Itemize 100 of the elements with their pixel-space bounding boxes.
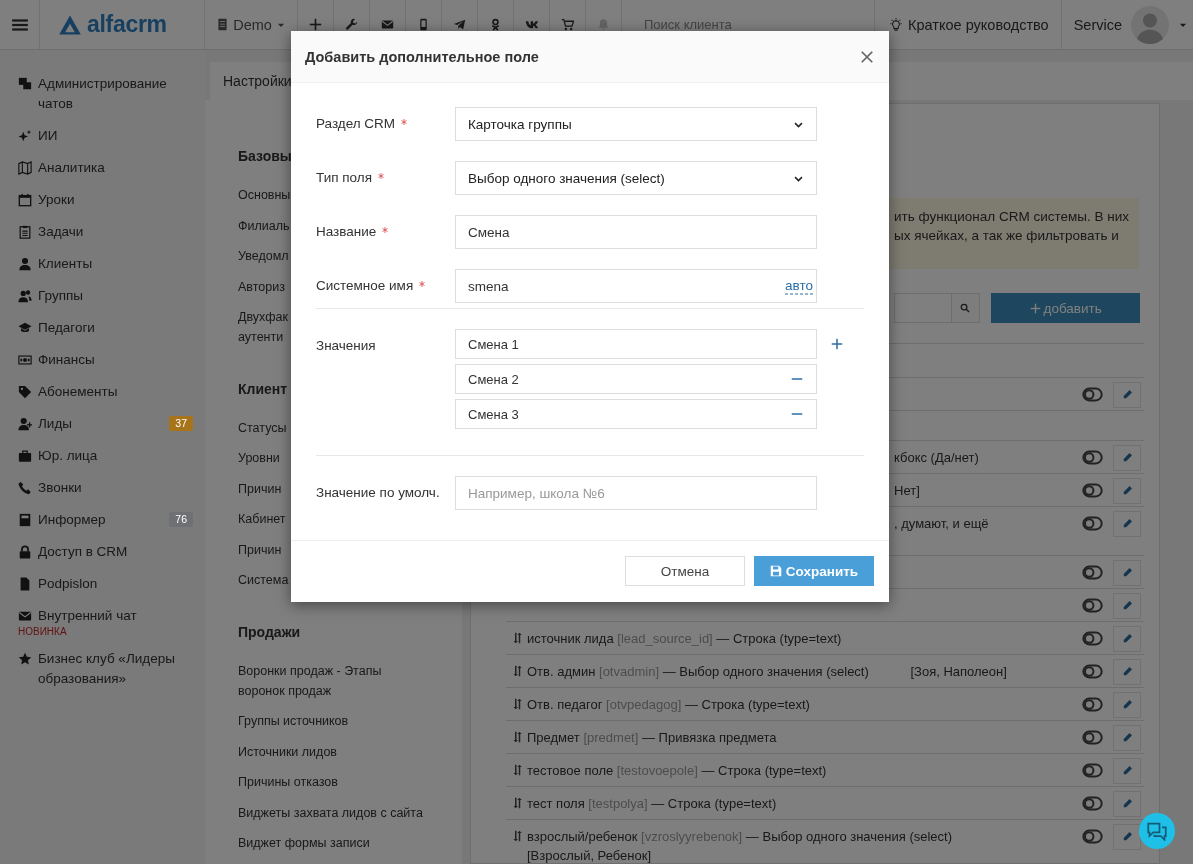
section-title: Клиент	[238, 379, 289, 399]
sidebar-item[interactable]: Юр. лица	[38, 446, 183, 466]
graduation-cap-icon	[18, 321, 32, 335]
sort-icon[interactable]	[512, 698, 524, 710]
cart-icon[interactable]	[561, 18, 574, 31]
input-field[interactable]: Смена 2	[455, 364, 817, 394]
sidebar-item[interactable]: Звонки	[38, 478, 183, 498]
menu-item[interactable]: Группы источников	[238, 706, 462, 737]
sidebar-item[interactable]: Podpislon	[38, 574, 183, 594]
input-field[interactable]: Смена 1	[455, 329, 817, 359]
edit-button[interactable]	[1113, 559, 1141, 586]
sort-icon[interactable]	[512, 764, 524, 776]
cancel-button[interactable]: Отмена	[625, 556, 745, 586]
sort-icon[interactable]	[512, 731, 524, 743]
menu-item[interactable]: Виджет формы записи	[238, 828, 462, 859]
sidebar-item[interactable]: ИИ	[38, 126, 183, 146]
briefcase-icon	[18, 449, 32, 463]
auto-link[interactable]: авто	[785, 277, 813, 295]
dropdown[interactable]: Карточка группы	[455, 107, 817, 141]
edit-button[interactable]	[1113, 510, 1141, 537]
edit-button[interactable]	[1113, 823, 1141, 850]
speech-bubbles-icon	[18, 77, 32, 91]
sidebar-item[interactable]: Педагоги	[38, 318, 183, 338]
save-button[interactable]: Сохранить	[754, 556, 874, 586]
map-icon	[18, 161, 32, 175]
field-entry: кбокс (Да/нет)	[894, 449, 980, 467]
document-icon	[216, 18, 230, 31]
account-dropdown[interactable]: Demo	[216, 16, 286, 33]
edit-button[interactable]	[1113, 592, 1141, 619]
edit-button[interactable]	[1113, 381, 1141, 408]
sidebar-item[interactable]: Информер	[38, 510, 160, 530]
close-icon[interactable]	[860, 49, 874, 64]
menu-item[interactable]: Виджеты захвата лидов с сайта	[238, 797, 462, 828]
sort-icon[interactable]	[512, 797, 524, 809]
field-label: Название	[316, 224, 377, 239]
menu-item[interactable]: Причины отказов	[238, 767, 462, 798]
search-button[interactable]	[950, 293, 981, 323]
plus-icon[interactable]	[831, 338, 843, 350]
sidebar-item[interactable]: Бизнес клуб «Лидеры образования»	[38, 649, 183, 689]
sidebar-item[interactable]: Лиды	[38, 414, 160, 434]
menu-item[interactable]: Источники лидов	[238, 736, 462, 767]
ring-icon[interactable]	[489, 18, 502, 31]
lightbulb-icon	[889, 17, 904, 32]
field-entry: , думают, и ещё	[894, 515, 990, 533]
input-field[interactable]: Смена	[455, 215, 817, 249]
add-button[interactable]: добавить	[991, 293, 1140, 323]
menu-item[interactable]: Воронки продаж - Этапы воронок продаж	[238, 655, 462, 706]
user-name[interactable]: Service	[1073, 16, 1122, 33]
dropdown[interactable]: Выбор одного значения (select)	[455, 161, 817, 195]
search-field[interactable]: Поиск клиента	[644, 16, 844, 32]
input-field[interactable]: Например, школа №6	[455, 476, 817, 510]
file-icon	[18, 577, 32, 591]
phone-icon	[18, 481, 32, 495]
social-icon[interactable]	[525, 18, 538, 31]
sidebar-item[interactable]: Абонементы	[38, 382, 183, 402]
sidebar-item[interactable]: Администрирование чатов	[38, 74, 183, 114]
sidebar-item[interactable]: Доступ в CRM	[38, 542, 183, 562]
sidebar-item[interactable]: Группы	[38, 286, 183, 306]
pencil-icon	[1121, 518, 1133, 529]
pencil-icon	[1121, 485, 1133, 496]
logo[interactable]: alfacrm	[87, 11, 167, 38]
edit-button[interactable]	[1113, 790, 1141, 817]
sort-icon[interactable]	[512, 632, 524, 644]
pencil-icon	[1121, 798, 1133, 809]
input-field[interactable]: Смена 3	[455, 399, 817, 429]
edit-button[interactable]	[1113, 625, 1141, 652]
mobile-phone-icon[interactable]	[417, 18, 430, 31]
pencil-icon	[1121, 633, 1133, 644]
sidebar-item[interactable]: Клиенты	[38, 254, 183, 274]
sort-icon[interactable]	[512, 830, 524, 842]
sort-icon[interactable]	[512, 665, 524, 677]
breadcrumb[interactable]: Настройки	[223, 73, 292, 89]
banknote-icon	[18, 353, 32, 367]
field-label: Раздел CRM	[316, 116, 396, 131]
envelope-icon[interactable]	[381, 18, 394, 31]
dialog-title: Добавить дополнительное поле	[305, 48, 539, 65]
edit-button[interactable]	[1113, 757, 1141, 784]
sidebar-item[interactable]: Внутренний чат	[38, 606, 183, 626]
sidebar-item[interactable]: Аналитика	[38, 158, 183, 178]
sidebar-item[interactable]: Финансы	[38, 350, 183, 370]
pencil-icon	[1121, 666, 1133, 677]
edit-button[interactable]	[1113, 444, 1141, 471]
edit-button[interactable]	[1113, 724, 1141, 751]
guide-link[interactable]: Краткое руководство	[889, 16, 1049, 33]
paper-plane-icon[interactable]	[453, 18, 466, 31]
lock-icon	[18, 545, 32, 559]
plus-icon[interactable]	[309, 18, 322, 31]
edit-button[interactable]	[1113, 691, 1141, 718]
sidebar-item[interactable]: Задачи	[38, 222, 183, 242]
notice-text: ых ячейках, а так же фильтровать и	[894, 227, 1120, 245]
edit-button[interactable]	[1113, 658, 1141, 685]
search-field[interactable]	[894, 293, 951, 323]
edit-button[interactable]	[1113, 477, 1141, 504]
sidebar-item[interactable]: Уроки	[38, 190, 183, 210]
pencil-icon	[1121, 452, 1133, 463]
wrench-icon[interactable]	[345, 18, 358, 31]
chat-button[interactable]	[1139, 813, 1175, 849]
users-icon	[18, 289, 32, 303]
field-label: Системное имя	[316, 278, 414, 293]
search-icon	[960, 303, 971, 313]
